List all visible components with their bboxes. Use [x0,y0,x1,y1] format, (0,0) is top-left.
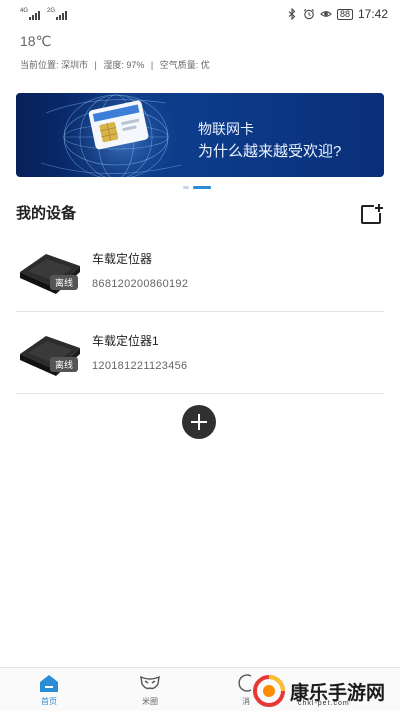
separator: | [150,60,154,70]
temperature: 18℃ [20,33,52,49]
watermark-subtitle: chkl-pet.com [298,700,350,707]
battery-icon: 88 [336,8,353,20]
location-label: 当前位置: 深圳市 [20,60,89,70]
carousel-dot[interactable] [183,186,189,189]
home-icon [40,675,58,692]
signal-strength-icon-1: 4G [20,8,41,20]
offline-badge: 离线 [50,275,79,290]
signal-strength-icon-2: 2G [47,8,68,20]
banner-subtitle: 为什么越来越受欢迎? [198,143,342,160]
device-imei: 868120200860192 [92,278,189,290]
carousel-indicator [183,186,211,189]
device-item[interactable]: 离线 车载定位器 868120200860192 [16,230,384,312]
my-devices-title: 我的设备 [16,205,77,222]
device-name: 车载定位器 [92,252,153,266]
device-name: 车载定位器1 [92,334,159,348]
nav-label-message: 消 [242,697,250,706]
promo-banner[interactable]: 物联网卡 为什么越来越受欢迎? [16,93,384,177]
network-type-label-2: 2G [47,8,56,14]
banner-title: 物联网卡 [198,121,254,137]
add-device-icon[interactable] [360,203,384,225]
status-bar: 4G 2G 88 17:42 [0,0,400,28]
separator: | [94,60,97,70]
humidity-label: 湿度: 97% [103,60,145,70]
add-device-button[interactable] [182,405,216,439]
air-quality-label: 空气质量: 优 [159,60,210,70]
bluetooth-icon [288,8,296,20]
nav-item-circle[interactable]: 米圈 [120,672,180,707]
eye-comfort-icon [320,11,332,17]
device-imei: 120181221123456 [92,360,188,372]
nav-item-home[interactable]: 首页 [19,672,79,707]
battery-level: 88 [339,8,350,19]
watermark-logo-icon [253,675,285,707]
mask-icon [140,675,160,690]
device-item[interactable]: 离线 车载定位器1 120181221123456 [16,312,384,394]
weather-info-line: 当前位置: 深圳市 | 湿度: 97% | 空气质量: 优 [20,58,210,71]
offline-badge: 离线 [50,357,79,372]
network-type-label: 4G [20,8,29,14]
watermark: 康乐手游网 chkl-pet.com [250,674,400,708]
nav-label-home: 首页 [41,697,57,706]
alarm-icon [303,8,315,20]
clock: 17:42 [357,7,388,21]
globe-sim-card-illustration [40,93,182,177]
nav-label-circle: 米圈 [142,697,158,706]
carousel-dot-active[interactable] [193,186,211,189]
